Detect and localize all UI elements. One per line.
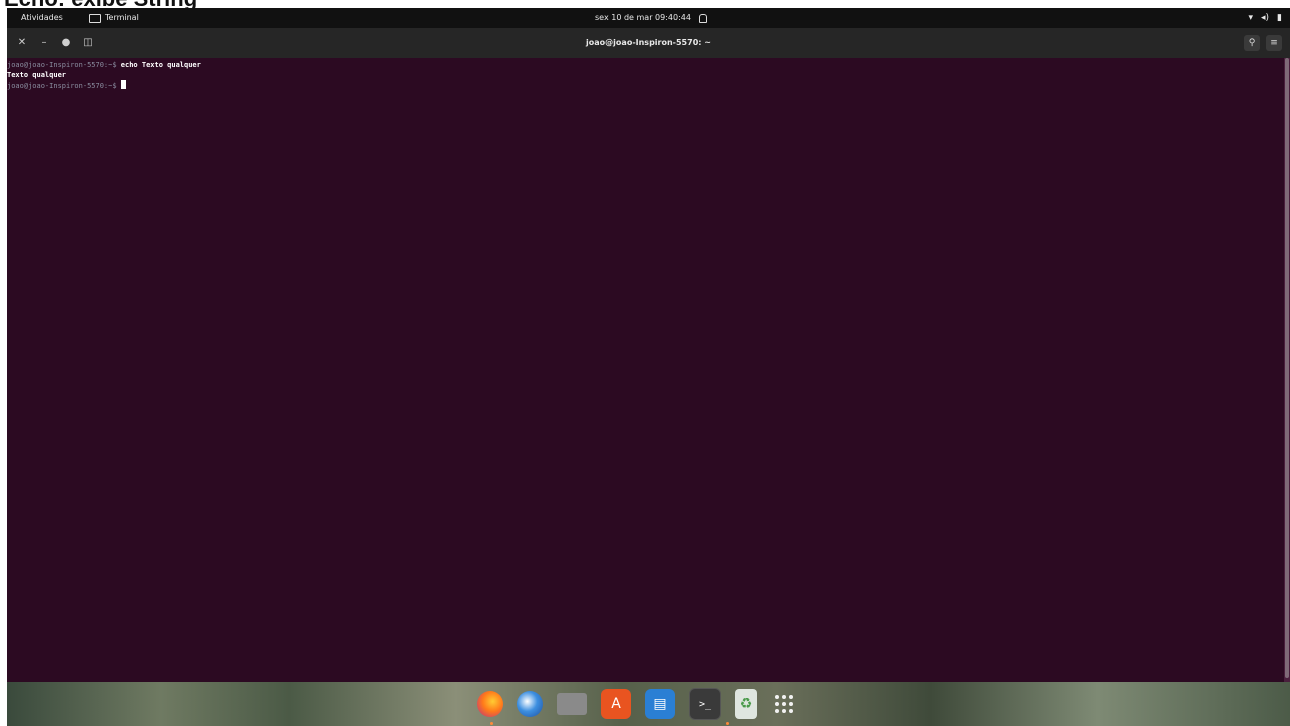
scrollbar-thumb[interactable] — [1285, 58, 1289, 678]
shell-command: echo Texto qualquer — [116, 61, 201, 69]
dock: A ▤ >_ ♻ — [477, 684, 797, 724]
command-output: Texto qualquer — [7, 71, 67, 79]
notification-icon — [698, 13, 707, 23]
desktop-screen: Atividades Terminal sex 10 de mar 09:40:… — [7, 8, 1290, 726]
app-menu[interactable]: Terminal — [89, 8, 139, 28]
terminal-app-icon[interactable]: >_ — [689, 688, 721, 720]
app-menu-label: Terminal — [105, 13, 139, 22]
terminal-line: joao@joao-Inspiron-5570:~$ — [7, 80, 1284, 90]
terminal-line: joao@joao-Inspiron-5570:~$ echo Texto qu… — [7, 60, 1284, 70]
show-applications-icon[interactable] — [771, 691, 797, 717]
volume-icon: ◂) — [1261, 13, 1270, 23]
thunderbird-icon[interactable] — [517, 691, 543, 717]
text-cursor — [120, 80, 126, 89]
terminal-line: Texto qualquer — [7, 70, 1284, 80]
window-headerbar: ✕ – ● ◫ joao@joao-Inspiron-5570: ~ ⚲ ≡ — [7, 28, 1290, 58]
clock-label: sex 10 de mar 09:40:44 — [595, 13, 691, 22]
window-title: joao@joao-Inspiron-5570: ~ — [586, 38, 711, 47]
libreoffice-writer-icon[interactable]: ▤ — [645, 689, 675, 719]
system-tray[interactable]: ▾ ◂) ▮ — [1248, 8, 1282, 28]
firefox-icon[interactable] — [477, 691, 503, 717]
terminal-icon — [89, 13, 101, 23]
search-icon[interactable]: ⚲ — [1244, 35, 1260, 51]
top-bar: Atividades Terminal sex 10 de mar 09:40:… — [7, 8, 1290, 28]
shell-prompt: joao@joao-Inspiron-5570:~$ — [7, 82, 117, 90]
menu-icon[interactable]: ≡ — [1266, 35, 1282, 51]
files-icon[interactable] — [557, 693, 587, 715]
running-indicator — [726, 722, 729, 725]
clock[interactable]: sex 10 de mar 09:40:44 — [595, 8, 707, 28]
running-indicator — [490, 722, 493, 725]
terminal-output[interactable]: joao@joao-Inspiron-5570:~$ echo Texto qu… — [7, 58, 1284, 684]
terminal-scrollbar[interactable] — [1284, 58, 1290, 682]
battery-icon: ▮ — [1277, 13, 1282, 23]
trash-icon[interactable]: ♻ — [735, 689, 757, 719]
ubuntu-software-icon[interactable]: A — [601, 689, 631, 719]
wifi-icon: ▾ — [1248, 13, 1254, 23]
activities-button[interactable]: Atividades — [13, 8, 71, 28]
shell-prompt: joao@joao-Inspiron-5570:~$ — [7, 61, 117, 69]
